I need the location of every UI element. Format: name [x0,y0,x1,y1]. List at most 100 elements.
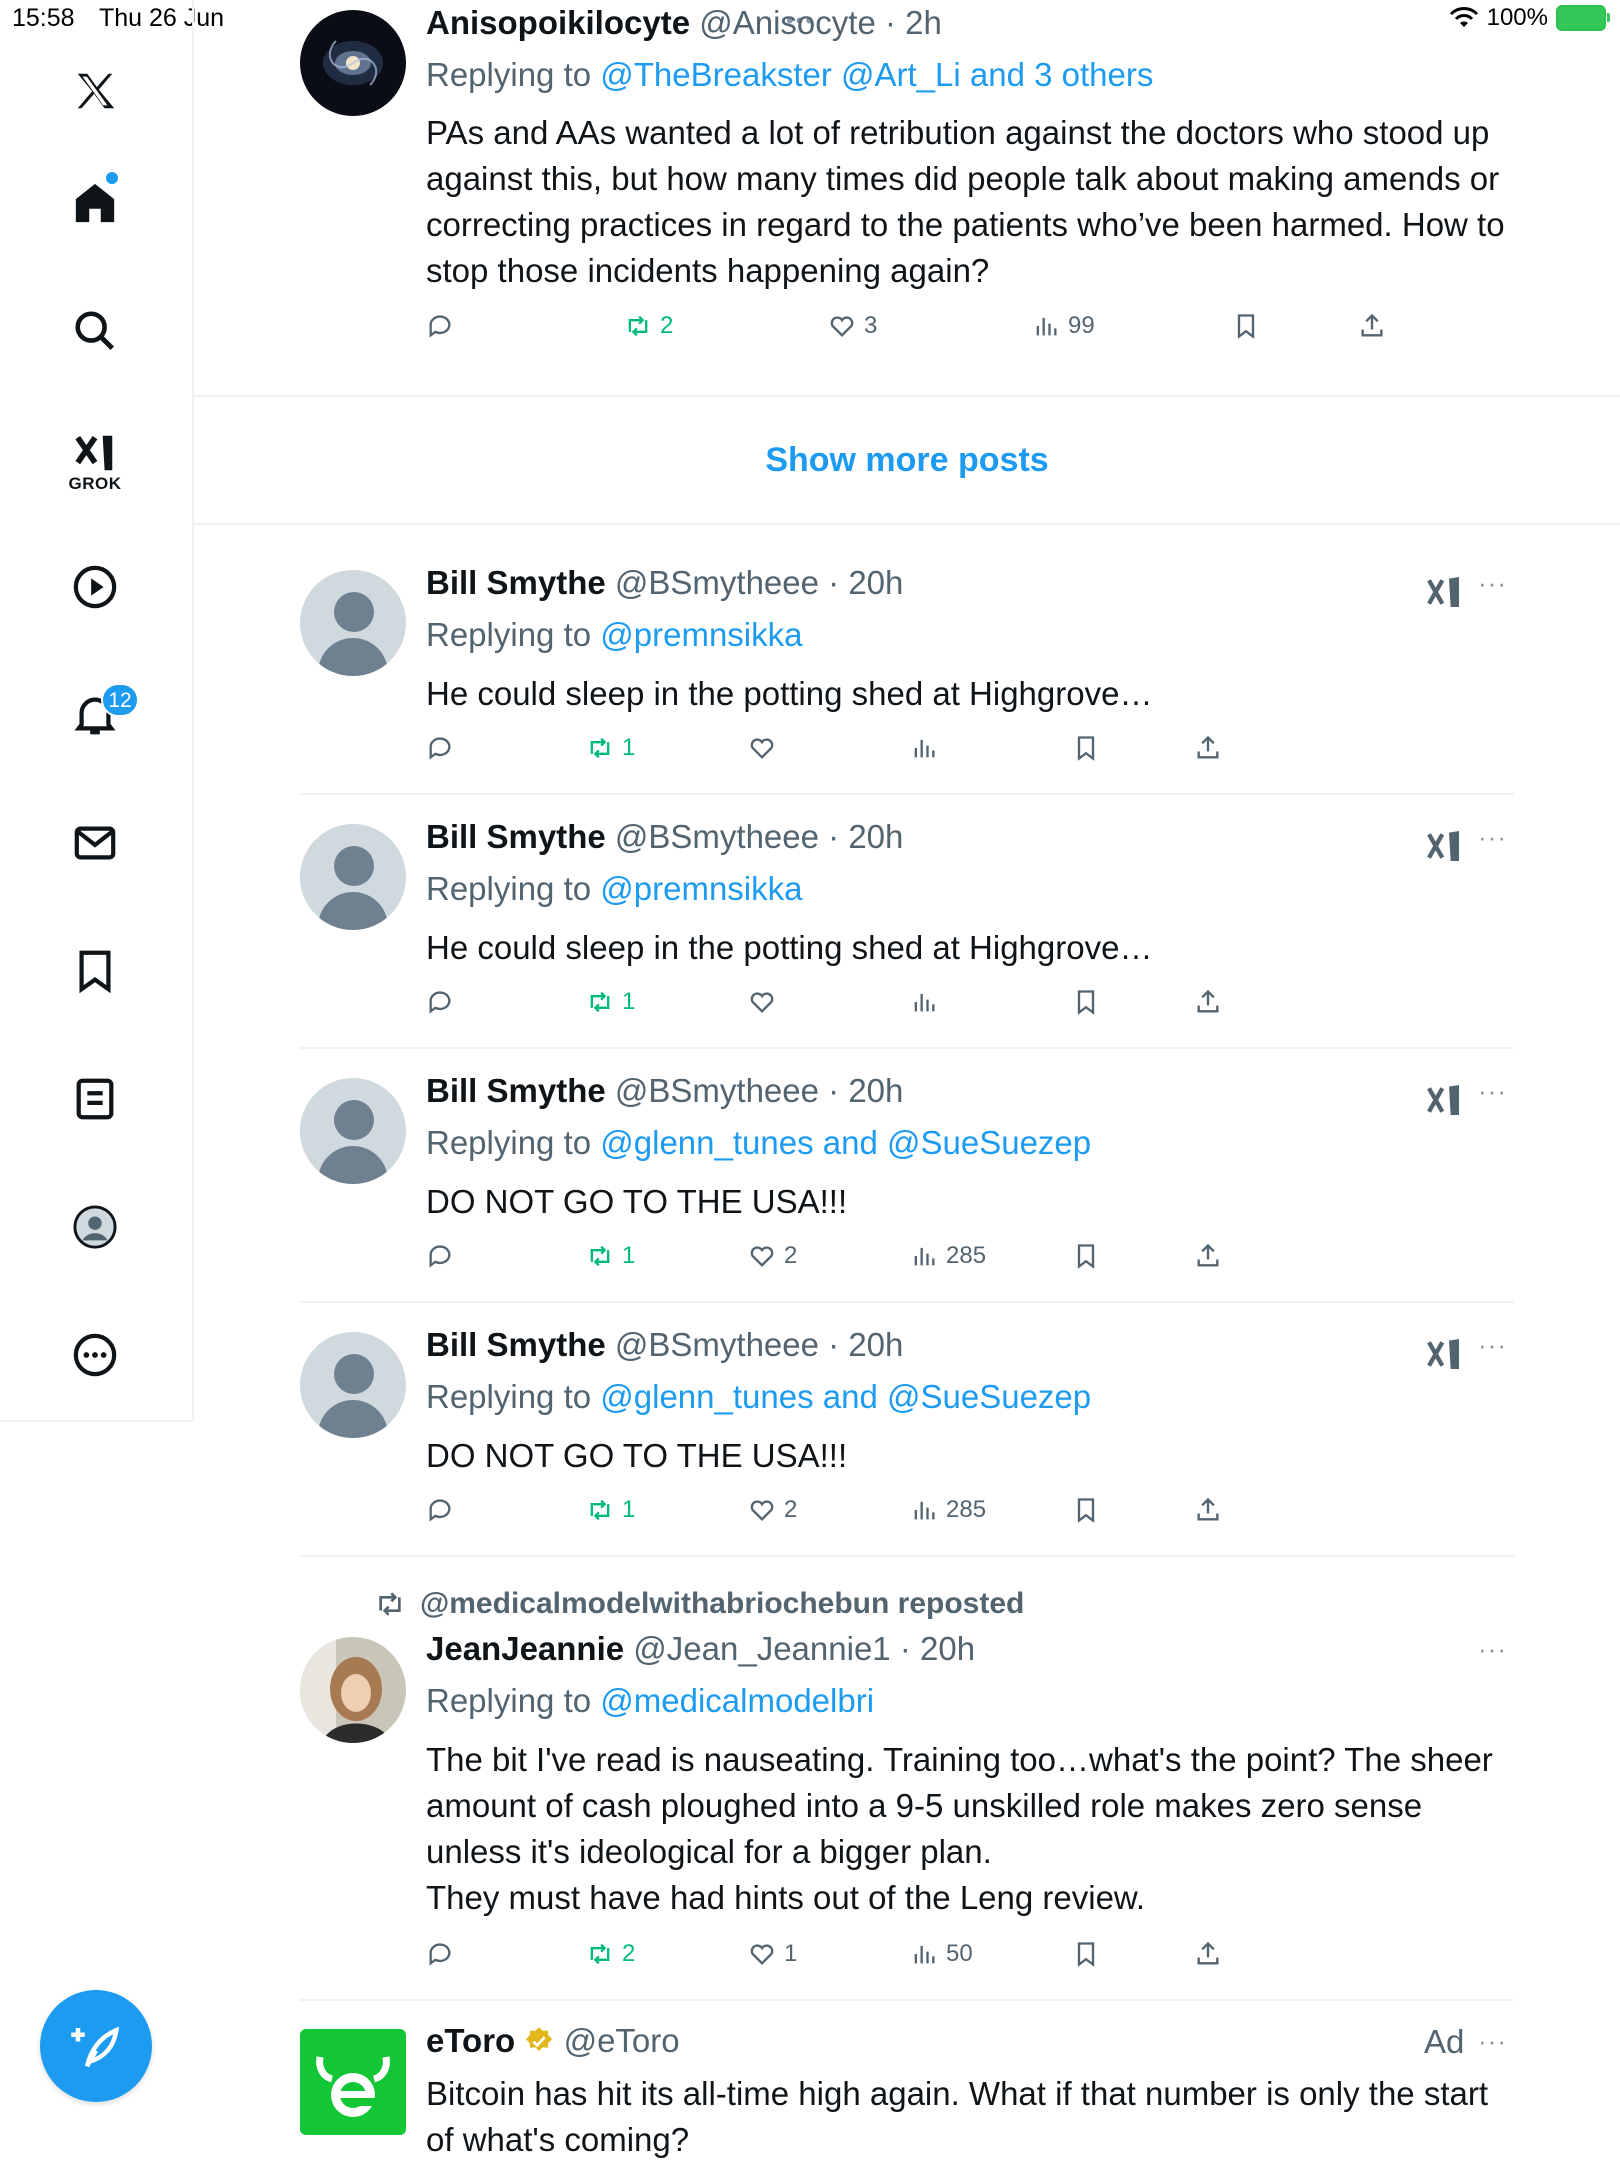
grok-explain-icon[interactable] [1424,1334,1464,1374]
replying-to: Replying to @TheBreakster @Art_Li and 3 … [426,56,1153,94]
bookmark-button[interactable] [1072,988,1100,1016]
display-name[interactable]: Bill Smythe [426,1326,606,1363]
share-button[interactable] [1358,312,1386,340]
bookmarks-icon[interactable] [62,938,128,1004]
avatar[interactable] [300,570,406,676]
display-name[interactable]: Bill Smythe [426,1072,606,1109]
views-button[interactable]: 285 [910,1496,986,1524]
replying-to-link[interactable]: @premnsikka [600,870,802,907]
repost-button[interactable]: 1 [586,734,635,762]
bookmark-button[interactable] [1072,1940,1100,1968]
display-name[interactable]: Bill Smythe [426,564,606,601]
like-button[interactable]: 3 [828,312,877,340]
reply-button[interactable] [426,1496,454,1524]
avatar[interactable] [300,824,406,930]
share-button[interactable] [1194,1242,1222,1270]
post-time[interactable]: · 20h [828,1326,903,1363]
views-icon [914,1501,935,1520]
search-icon[interactable] [62,298,128,364]
repost-button[interactable]: 2 [624,312,673,340]
more-options-icon[interactable] [62,1322,128,1388]
replying-to-link[interactable]: @glenn_tunes and @SueSuezep [600,1378,1091,1415]
post-more-button[interactable]: ··· [1478,1076,1507,1107]
views-icon [914,739,935,758]
display-name[interactable]: JeanJeannie [426,1630,624,1667]
post-more-button[interactable]: ··· [1478,2026,1507,2057]
bookmark-button[interactable] [1072,1242,1100,1270]
views-button[interactable] [910,734,946,762]
user-handle[interactable]: @BSmytheee [615,1072,819,1109]
lists-icon[interactable] [62,1066,128,1132]
bookmark-button[interactable] [1072,734,1100,762]
avatar[interactable] [300,1078,406,1184]
post-actions: 2 3 99 [426,312,1426,352]
replying-to-link[interactable]: @TheBreakster @Art_Li and 3 others [600,56,1153,93]
like-button[interactable]: 2 [748,1242,797,1270]
user-handle[interactable]: @Anisocyte [699,4,876,41]
repost-button[interactable]: 1 [586,1242,635,1270]
avatar[interactable] [300,1637,406,1743]
bookmark-button[interactable] [1072,1496,1100,1524]
replying-prefix: Replying to [426,1124,601,1161]
post-time[interactable]: · 20h [828,818,903,855]
repost-button[interactable]: 2 [586,1940,635,1968]
post-time[interactable]: · 20h [828,1072,903,1109]
share-button[interactable] [1194,734,1222,762]
compose-feather-icon [71,2026,120,2068]
post-more-button[interactable]: ··· [1478,1330,1507,1361]
profile-avatar-icon[interactable] [62,1194,128,1260]
show-more-posts-button[interactable]: Show more posts [194,400,1620,520]
like-count: 3 [864,312,878,339]
bookmark-button[interactable] [1232,312,1260,340]
user-handle[interactable]: @Jean_Jeannie1 [633,1630,890,1667]
replying-to-link[interactable]: @glenn_tunes and @SueSuezep [600,1124,1091,1161]
share-button[interactable] [1194,1496,1222,1524]
display-name[interactable]: eToro [426,2022,515,2059]
views-button[interactable]: 99 [1032,312,1095,340]
like-button[interactable]: 1 [748,1940,797,1968]
post-time[interactable]: · 2h [885,4,942,41]
home-icon[interactable] [62,170,128,236]
messages-envelope-icon[interactable] [62,810,128,876]
post-more-button[interactable]: ··· [1478,1634,1507,1665]
display-name[interactable]: Bill Smythe [426,818,606,855]
reply-button[interactable] [426,734,454,762]
like-button[interactable] [748,988,784,1016]
user-handle[interactable]: @BSmytheee [615,1326,819,1363]
views-button[interactable] [910,988,946,1016]
views-button[interactable]: 285 [910,1242,986,1270]
post-time[interactable]: · 20h [900,1630,975,1667]
views-button[interactable]: 50 [910,1940,973,1968]
post-time[interactable]: · 20h [828,564,903,601]
video-icon[interactable] [62,554,128,620]
reply-button[interactable] [426,1940,454,1968]
reply-button[interactable] [426,312,454,340]
repost-indicator[interactable]: @medicalmodelwithabriochebun reposted [374,1587,1024,1621]
repost-button[interactable]: 1 [586,988,635,1016]
like-button[interactable] [748,734,784,762]
reply-button[interactable] [426,1242,454,1270]
grok-explain-icon[interactable] [1424,826,1464,866]
user-handle[interactable]: @eToro [564,2022,680,2059]
share-button[interactable] [1194,988,1222,1016]
display-name[interactable]: Anisopoikilocyte [426,4,690,41]
avatar[interactable] [300,10,406,116]
avatar[interactable] [300,2029,406,2135]
share-button[interactable] [1194,1940,1222,1968]
replying-to-link[interactable]: @premnsikka [600,616,802,653]
user-handle[interactable]: @BSmytheee [615,564,819,601]
post-more-button[interactable]: ··· [1478,822,1507,853]
like-button[interactable]: 2 [748,1496,797,1524]
compose-post-button[interactable] [40,1990,152,2102]
replying-prefix: Replying to [426,1378,601,1415]
avatar[interactable] [300,1332,406,1438]
user-handle[interactable]: @BSmytheee [615,818,819,855]
replying-to-link[interactable]: @medicalmodelbri [600,1682,874,1719]
grok-explain-icon[interactable] [1424,572,1464,612]
post-more-button[interactable]: ··· [1478,568,1507,599]
repost-button[interactable]: 1 [586,1496,635,1524]
view-count: 285 [946,1242,987,1269]
reply-button[interactable] [426,988,454,1016]
x-logo-icon[interactable] [62,58,128,124]
grok-explain-icon[interactable] [1424,1080,1464,1120]
